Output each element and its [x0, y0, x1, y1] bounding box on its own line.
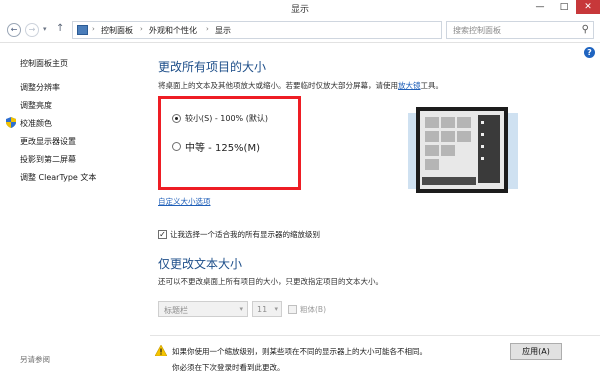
font-size-select-value: 11 [257, 305, 268, 314]
font-size-select[interactable]: 11 ▾ [252, 301, 282, 317]
back-button[interactable]: ← [7, 23, 21, 37]
radio-smaller-label[interactable]: 较小(S) - 100% (默认) [185, 113, 268, 124]
warning-icon [155, 345, 167, 356]
breadcrumb-appearance[interactable]: 外观和个性化 [149, 25, 197, 36]
text-size-description: 还可以不更改桌面上所有项目的大小，只更改指定项目的文本大小。 [158, 277, 383, 286]
maximize-button[interactable]: □ [552, 0, 576, 14]
sidebar-item-resolution[interactable]: 调整分辨率 [20, 82, 60, 93]
sidebar-item-display-settings[interactable]: 更改显示器设置 [20, 136, 76, 147]
text-item-select[interactable]: 标题栏 ▾ [158, 301, 248, 317]
address-toolbar: ← → ▾ ↑ › 控制面板 › 外观和个性化 › 显示 ▾ ↻ 搜索控制面板 … [0, 17, 600, 43]
breadcrumb-separator[interactable]: › [206, 25, 209, 33]
recent-locations-dropdown-icon[interactable]: ▾ [43, 25, 47, 33]
sidebar-item-cleartype[interactable]: 调整 ClearType 文本 [20, 172, 96, 183]
scaling-checkbox-label[interactable]: 让我选择一个适合我的所有显示器的缩放级别 [170, 229, 320, 240]
magnifier-link[interactable]: 放大镜 [398, 81, 421, 90]
chevron-down-icon: ▾ [239, 305, 243, 313]
sidebar-item-brightness[interactable]: 调整亮度 [20, 100, 52, 111]
title-bar: 显示 — □ ✕ [0, 0, 600, 17]
bold-checkbox-label[interactable]: 粗体(B) [300, 304, 326, 315]
chevron-down-icon: ▾ [274, 305, 278, 313]
search-input[interactable]: 搜索控制面板 ⚲ [446, 21, 594, 39]
close-button[interactable]: ✕ [576, 0, 600, 14]
search-placeholder: 搜索控制面板 [453, 26, 501, 35]
description-main: 将桌面上的文本及其他项放大或缩小。若要临时仅放大部分屏幕，请使用 [158, 81, 398, 90]
radio-smaller[interactable] [172, 114, 181, 123]
divider [150, 335, 600, 336]
breadcrumb-display[interactable]: 显示 [215, 25, 231, 36]
minimize-button[interactable]: — [528, 0, 552, 14]
shield-icon [6, 117, 16, 128]
breadcrumb-control-panel[interactable]: 控制面板 [101, 25, 133, 36]
sidebar-item-project[interactable]: 投影到第二屏幕 [20, 154, 76, 165]
sidebar-item-home[interactable]: 控制面板主页 [20, 58, 68, 69]
page-title: 更改所有项目的大小 [158, 60, 267, 74]
up-button[interactable]: ↑ [56, 23, 64, 34]
search-icon[interactable]: ⚲ [582, 24, 589, 35]
help-icon[interactable]: ? [584, 47, 595, 58]
display-preview-image [408, 107, 518, 193]
control-panel-icon [77, 25, 88, 35]
warning-text: 如果你使用一个缩放级别，则某些项在不同的显示器上的大小可能各不相同。 [172, 347, 427, 356]
sidebar-item-calibrate-color[interactable]: 校准颜色 [20, 118, 52, 129]
radio-medium[interactable] [172, 142, 181, 151]
section-title-text-size: 仅更改文本大小 [158, 257, 243, 271]
custom-size-link[interactable]: 自定义大小选项 [158, 196, 211, 207]
breadcrumb-separator[interactable]: › [140, 25, 143, 33]
description-end: 工具。 [420, 81, 444, 90]
radio-medium-label[interactable]: 中等 - 125%(M) [185, 139, 260, 154]
breadcrumb-separator[interactable]: › [92, 25, 95, 33]
warning-text-2: 你必须在下次登录时看到此更改。 [172, 363, 285, 372]
see-also-heading: 另请参阅 [20, 355, 50, 364]
text-item-select-value: 标题栏 [164, 306, 188, 315]
address-bar[interactable]: › 控制面板 › 外观和个性化 › 显示 ▾ ↻ [72, 21, 503, 39]
bold-checkbox[interactable] [288, 305, 297, 314]
description-text: 将桌面上的文本及其他项放大或缩小。若要临时仅放大部分屏幕，请使用放大镜工具。 [158, 80, 443, 91]
window-title: 显示 [290, 5, 309, 15]
apply-button[interactable]: 应用(A) [510, 343, 562, 360]
forward-button[interactable]: → [25, 23, 39, 37]
sidebar: 控制面板主页 调整分辨率 调整亮度 校准颜色 更改显示器设置 投影到第二屏幕 调… [0, 44, 140, 375]
scaling-checkbox[interactable]: ✓ [158, 230, 167, 239]
